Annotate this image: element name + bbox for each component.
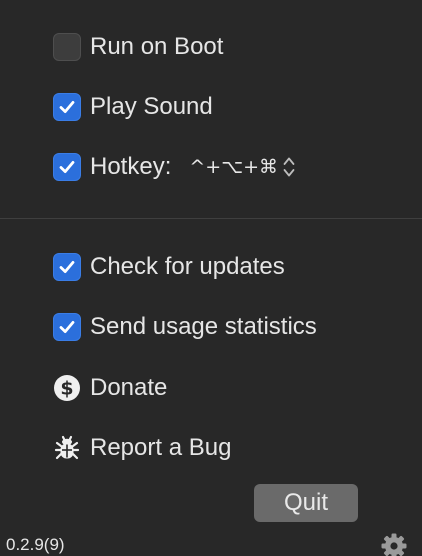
run-on-boot-label[interactable]: Run on Boot [90,33,223,61]
send-stats-row[interactable]: Send usage statistics [53,312,317,342]
report-bug-button[interactable]: Report a Bug [53,433,231,463]
section-divider [0,218,422,219]
gear-icon[interactable] [381,533,407,556]
svg-text:$: $ [60,378,73,400]
hotkey-value[interactable]: ^+⌥+⌘ [189,156,278,178]
quit-button[interactable]: Quit [254,484,358,522]
up-down-chevron-icon[interactable] [282,155,296,179]
check-updates-row[interactable]: Check for updates [53,252,285,282]
donate-label[interactable]: Donate [90,374,167,402]
hotkey-checkbox[interactable] [53,153,81,181]
checkmark-icon [59,321,75,333]
play-sound-row[interactable]: Play Sound [53,92,213,122]
version-label: 0.2.9(9) [6,535,65,554]
checkmark-icon [59,101,75,113]
send-stats-checkbox[interactable] [53,313,81,341]
bug-icon [53,434,81,462]
hotkey-stepper[interactable] [282,152,296,182]
play-sound-checkbox[interactable] [53,93,81,121]
hotkey-row[interactable]: Hotkey: ^+⌥+⌘ [53,152,296,182]
check-updates-label[interactable]: Check for updates [90,253,285,281]
check-updates-checkbox[interactable] [53,253,81,281]
donate-button[interactable]: $ Donate [53,373,167,403]
hotkey-label: Hotkey: [90,153,172,180]
checkmark-icon [59,161,75,173]
run-on-boot-row[interactable]: Run on Boot [53,32,223,62]
checkmark-icon [59,261,75,273]
send-stats-label[interactable]: Send usage statistics [90,313,317,341]
dollar-circle-icon: $ [53,374,81,402]
report-bug-label[interactable]: Report a Bug [90,434,231,462]
play-sound-label[interactable]: Play Sound [90,93,213,121]
run-on-boot-checkbox[interactable] [53,33,81,61]
